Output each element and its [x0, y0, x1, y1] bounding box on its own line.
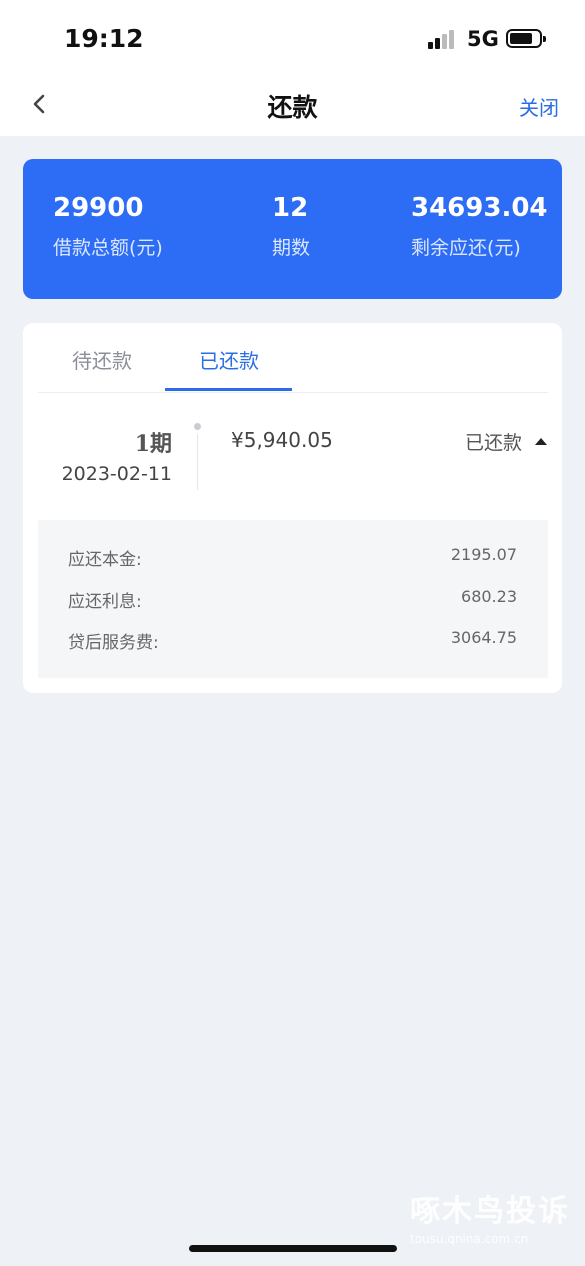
- battery-icon: [506, 29, 546, 48]
- detail-row-service-fee: 贷后服务费: 3064.75: [38, 628, 548, 658]
- detail-row-interest: 应还利息: 680.23: [38, 587, 548, 617]
- remaining-label: 剩余应还(元): [411, 237, 521, 259]
- watermark: 啄木鸟投诉 tousu.qnina.com.cn: [410, 1186, 570, 1246]
- watermark-text: 啄木鸟投诉: [410, 1194, 570, 1229]
- detail-value: 2195.07: [450, 545, 517, 564]
- collapse-caret-icon[interactable]: [535, 438, 547, 445]
- record-date: 2023-02-11: [61, 463, 172, 485]
- status-bar: 19:12 5G: [0, 0, 585, 78]
- detail-value: 680.23: [461, 587, 517, 606]
- network-type: 5G: [467, 27, 499, 51]
- periods-stat: 12 期数: [272, 193, 310, 260]
- detail-label: 贷后服务费:: [68, 633, 159, 653]
- record-amount: ¥5,940.05: [231, 428, 333, 452]
- timeline-dot: [194, 423, 201, 430]
- tab-paid[interactable]: 已还款: [199, 345, 259, 374]
- loan-total-value: 29900: [53, 193, 144, 223]
- timeline-line: [197, 434, 198, 490]
- detail-label: 应还利息:: [68, 592, 142, 612]
- periods-value: 12: [272, 193, 309, 223]
- watermark-url: tousu.qnina.com.cn: [410, 1232, 529, 1246]
- loan-summary-card: 29900 借款总额(元) 12 期数 34693.04 剩余应还(元): [23, 159, 562, 299]
- home-indicator[interactable]: [189, 1245, 397, 1252]
- remaining-stat: 34693.04 剩余应还(元): [411, 193, 548, 260]
- repayment-record-row[interactable]: 1期 2023-02-11 ¥5,940.05 已还款: [23, 418, 562, 513]
- tab-pending[interactable]: 待还款: [72, 345, 132, 374]
- record-status: 已还款: [464, 432, 522, 454]
- periods-label: 期数: [272, 237, 311, 259]
- active-tab-indicator: [165, 388, 292, 391]
- detail-row-principal: 应还本金: 2195.07: [38, 545, 548, 575]
- record-period: 1期: [134, 431, 172, 457]
- repayment-list-card: 待还款 已还款 1期 2023-02-11 ¥5,940.05 已还款 应还本金…: [23, 323, 562, 693]
- loan-total-label: 借款总额(元): [53, 237, 163, 259]
- nav-bar: 还款 关闭: [0, 78, 585, 136]
- page-title: 还款: [267, 93, 318, 122]
- record-detail-panel: 应还本金: 2195.07 应还利息: 680.23 贷后服务费: 3064.7…: [38, 520, 548, 678]
- remaining-value: 34693.04: [411, 193, 548, 223]
- status-time: 19:12: [64, 24, 144, 53]
- detail-label: 应还本金:: [68, 550, 142, 570]
- loan-total-stat: 29900 借款总额(元): [53, 193, 163, 260]
- close-button[interactable]: 关闭: [519, 92, 559, 121]
- signal-icon: [428, 29, 458, 49]
- repayment-tabs: 待还款 已还款: [38, 323, 548, 393]
- detail-value: 3064.75: [450, 628, 517, 647]
